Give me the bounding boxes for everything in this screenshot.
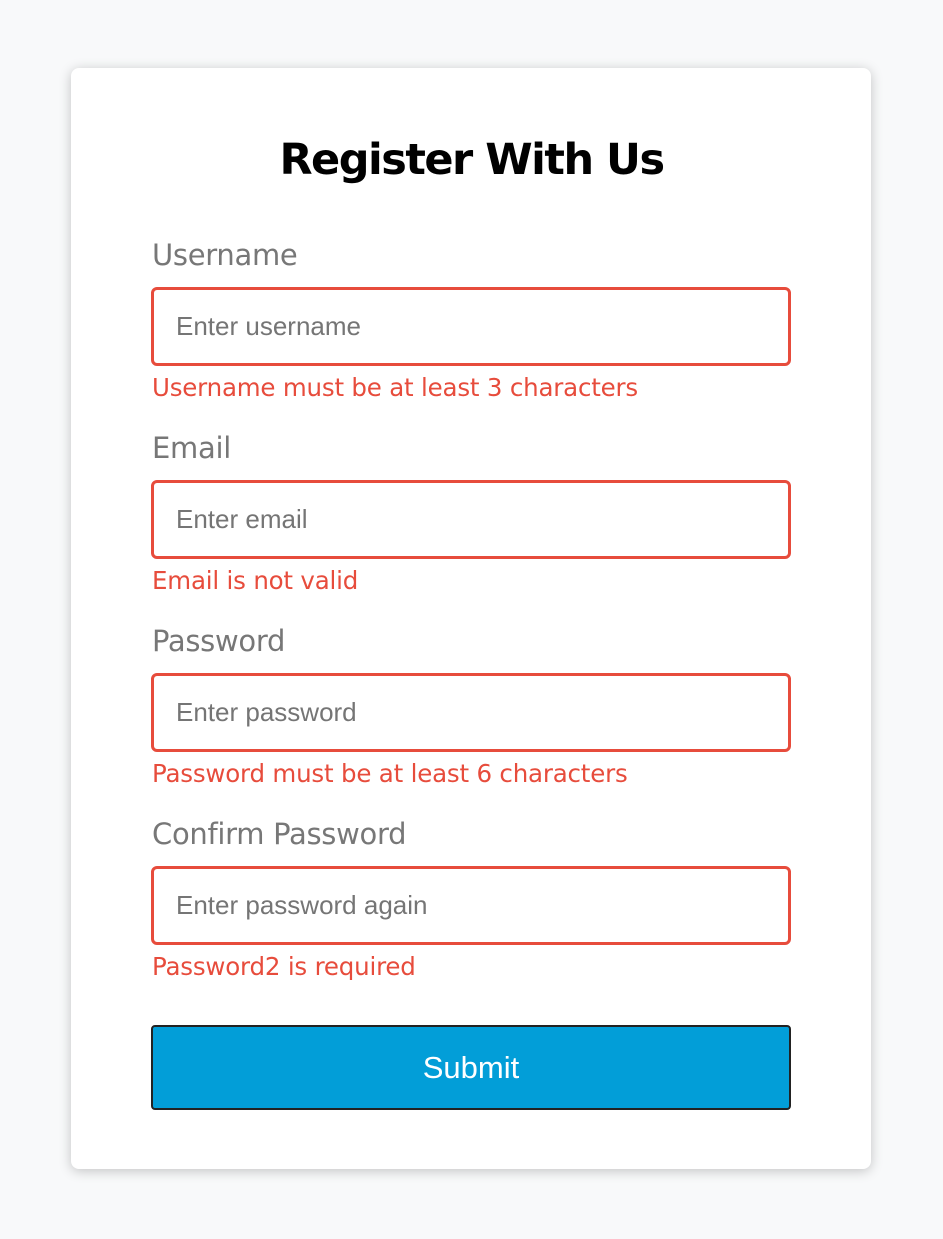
submit-button[interactable]: Submit: [151, 1025, 791, 1110]
registration-card: [71, 68, 871, 1169]
password-input[interactable]: [151, 673, 791, 752]
username-label: Username: [152, 238, 298, 272]
email-input[interactable]: [151, 480, 791, 559]
password-label: Password: [152, 624, 286, 658]
email-label: Email: [152, 431, 231, 465]
password-error: Password must be at least 6 characters: [152, 759, 628, 788]
email-error: Email is not valid: [152, 566, 359, 595]
form-title: Register With Us: [279, 135, 665, 185]
username-error: Username must be at least 3 characters: [152, 373, 638, 402]
confirm-password-label: Confirm Password: [152, 817, 407, 851]
username-input[interactable]: [151, 287, 791, 366]
confirm-password-error: Password2 is required: [152, 952, 416, 981]
confirm-password-input[interactable]: [151, 866, 791, 945]
